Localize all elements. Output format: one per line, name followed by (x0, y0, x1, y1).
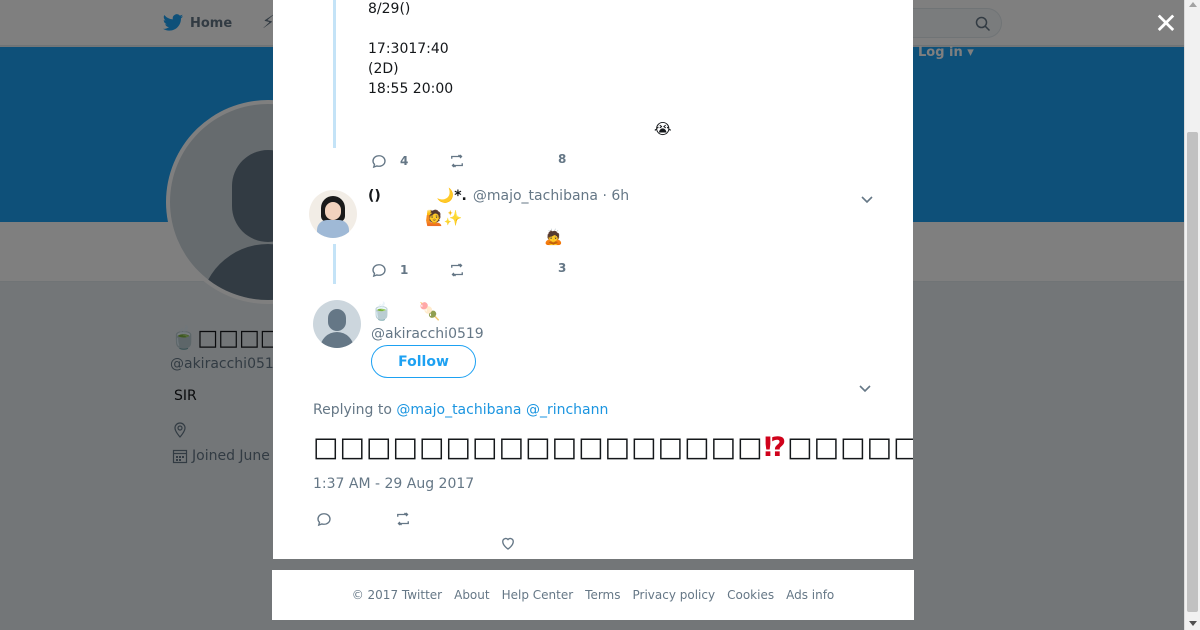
footer-link-cookies[interactable]: Cookies (727, 588, 774, 602)
follow-button[interactable]: Follow (371, 345, 476, 378)
thread-line (333, 0, 336, 148)
main-tweet-handle[interactable]: @akiracchi0519 (371, 326, 484, 342)
footer-copyright: © 2017 Twitter (351, 588, 443, 602)
retweet-action[interactable] (394, 510, 412, 528)
footer-link-privacy[interactable]: Privacy policy (633, 588, 716, 602)
tweet-text-part: □□□□□□□□□□□□□□□ (787, 432, 913, 463)
tweet-text-part: □□□□□□□□□□□□□□□□□ (313, 432, 764, 463)
reply-avatar[interactable] (309, 190, 357, 238)
like-action[interactable] (499, 534, 517, 552)
scrollbar-thumb[interactable] (1187, 132, 1198, 612)
reply-action[interactable] (315, 510, 333, 528)
retweet-icon (397, 512, 409, 526)
reply-display-name-extra[interactable]: 🌙*. (437, 188, 467, 204)
footer-link-ads-info[interactable]: Ads info (786, 588, 834, 602)
replying-user-link[interactable]: @majo_tachibana (396, 402, 521, 418)
replying-to: Replying to @majo_tachibana @_rinchann (313, 402, 608, 418)
main-tweet-avatar[interactable] (313, 300, 361, 348)
footer-link-about[interactable]: About (454, 588, 489, 602)
reply-icon (372, 155, 386, 169)
main-tweet-display-name[interactable]: 🍵 🍡 (371, 302, 440, 322)
footer-link-help-center[interactable]: Help Center (502, 588, 574, 602)
reply-display-name[interactable]: () (368, 188, 381, 204)
chevron-down-icon[interactable] (857, 380, 873, 396)
retweet-action[interactable] (448, 152, 466, 170)
prev-tweet-emoji: 😭 (654, 120, 672, 138)
reply-count: 4 (400, 154, 409, 168)
retweet-icon (451, 263, 463, 277)
page-scrollbar[interactable] (1184, 0, 1200, 630)
tweet-modal: 8/29() 17:3017:40 (2D) 18:55 20:00 😭 4 8… (273, 0, 913, 559)
retweet-action[interactable] (448, 261, 466, 279)
reply-action[interactable]: 4 (370, 152, 408, 170)
reply-handle[interactable]: @majo_tachibana · 6h (473, 188, 629, 204)
scroll-down-icon[interactable] (1189, 621, 1197, 626)
like-icon (502, 537, 514, 550)
reply-count: 1 (400, 263, 409, 277)
modal-footer: © 2017 Twitter About Help Center Terms P… (272, 570, 914, 620)
chevron-down-icon[interactable] (859, 191, 875, 207)
reply-action[interactable]: 1 (370, 261, 408, 279)
like-count: 8 (558, 152, 567, 166)
prev-tweet-text: 8/29() 17:3017:40 (2D) 18:55 20:00 (368, 1, 454, 97)
reply-line2-emoji: 🙇 (544, 228, 563, 246)
retweet-icon (451, 154, 463, 168)
close-icon[interactable]: ✕ (1152, 10, 1180, 38)
like-count: 3 (558, 261, 567, 275)
main-tweet-text: □□□□□□□□□□□□□□□□□⁉□□□□□□□□□□□□□□□⁉(□) (313, 428, 913, 468)
thread-line (333, 244, 336, 284)
like-count-reply[interactable]: 3 (558, 261, 566, 275)
replying-user-link[interactable]: @_rinchann (526, 402, 608, 418)
footer-link-terms[interactable]: Terms (585, 588, 620, 602)
reply-icon (372, 264, 386, 278)
scroll-up-icon[interactable] (1189, 2, 1197, 7)
reply-icon (317, 513, 331, 527)
reply-line1-emoji: 🙋✨ (425, 209, 463, 227)
reply-header: () 🌙*. @majo_tachibana · 6h (368, 188, 629, 204)
like-count-prev[interactable]: 8 (558, 152, 566, 166)
exclamation-question-icon: ⁉ (763, 432, 788, 463)
tweet-timestamp[interactable]: 1:37 AM - 29 Aug 2017 (313, 476, 474, 492)
replying-prefix: Replying to (313, 402, 392, 418)
